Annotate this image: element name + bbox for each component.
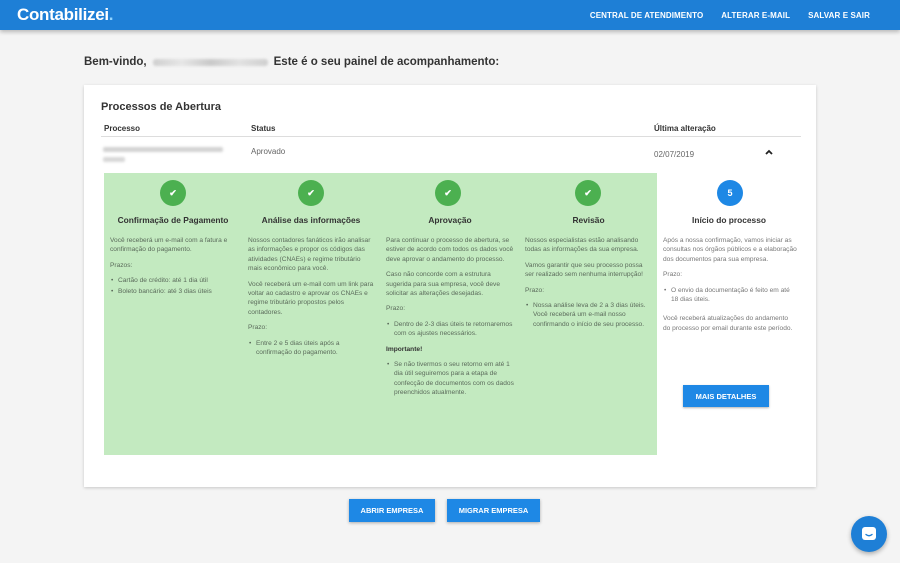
nav-change-email[interactable]: ALTERAR E-MAIL xyxy=(721,11,790,20)
nav-support-center[interactable]: CENTRAL DE ATENDIMENTO xyxy=(590,11,703,20)
step-review: ✔ Revisão Nossos especialistas estão ana… xyxy=(520,173,657,455)
step-body: Nossos contadores fanáticos irão analisa… xyxy=(248,236,376,363)
redacted-process-name xyxy=(103,147,223,152)
deadline-list: Cartão de crédito: até 1 dia útil Boleto… xyxy=(110,276,238,296)
list-item: Entre 2 e 5 dias úteis após a confirmaçã… xyxy=(248,339,376,358)
column-process: Processo xyxy=(104,124,141,133)
step-text: Após a nossa confirmação, vamos iniciar … xyxy=(663,237,797,263)
more-details-button[interactable]: MAIS DETALHES xyxy=(683,385,769,407)
list-item: Dentro de 2-3 dias úteis te retornaremos… xyxy=(386,320,514,339)
step-title: Análise das informações xyxy=(261,215,361,225)
check-icon: ✔ xyxy=(298,180,324,206)
step-approval: ✔ Aprovação Para continuar o processo de… xyxy=(380,173,520,455)
check-icon: ✔ xyxy=(435,180,461,206)
step-text: Vamos garantir que seu processo possa se… xyxy=(525,261,644,279)
important-list: Se não tivermos o seu retorno em até 1 d… xyxy=(386,360,514,398)
step-title: Confirmação de Pagamento xyxy=(117,215,229,225)
step-title: Aprovação xyxy=(428,215,472,225)
step-text: Caso não concorde com a estrutura sugeri… xyxy=(386,271,500,298)
step-text: Você receberá um e-mail com um link para… xyxy=(248,280,374,316)
process-steps: ✔ Confirmação de Pagamento Você receberá… xyxy=(104,173,801,455)
step-text: Prazo: xyxy=(525,286,545,294)
step-information-analysis: ✔ Análise das informações Nossos contado… xyxy=(242,173,380,455)
logo[interactable]: Contabilizei. xyxy=(17,5,114,25)
logo-text: Contabilizei xyxy=(17,5,109,24)
top-nav: CENTRAL DE ATENDIMENTO ALTERAR E-MAIL SA… xyxy=(590,0,870,30)
process-status: Aprovado xyxy=(251,147,286,156)
deadline-list: Dentro de 2-3 dias úteis te retornaremos… xyxy=(386,320,514,339)
list-item: Se não tivermos o seu retorno em até 1 d… xyxy=(386,360,514,398)
top-bar: Contabilizei. CENTRAL DE ATENDIMENTO ALT… xyxy=(0,0,900,30)
step-process-start: 5 Início do processo Após a nossa confir… xyxy=(657,173,801,455)
step-text: Para continuar o processo de abertura, s… xyxy=(386,237,514,263)
migrate-company-button[interactable]: MIGRAR EMPRESA xyxy=(447,499,540,522)
step-body: Para continuar o processo de abertura, s… xyxy=(386,236,514,404)
process-date: 02/07/2019 xyxy=(654,150,695,159)
important-label: Importante! xyxy=(386,345,423,353)
deadline-list: Nossa análise leva de 2 a 3 dias úteis. … xyxy=(525,301,653,329)
step-payment-confirmation: ✔ Confirmação de Pagamento Você receberá… xyxy=(104,173,242,455)
check-icon: ✔ xyxy=(575,180,601,206)
table-header: Processo Status Última alteração xyxy=(101,123,801,137)
step-text: Você receberá atualizações do andamento … xyxy=(663,315,793,332)
nav-save-and-exit[interactable]: SALVAR E SAIR xyxy=(808,11,870,20)
deadline-list: O envio da documentação é feito em até 1… xyxy=(663,286,797,305)
redacted-user-name xyxy=(152,58,268,66)
step-text: Prazo: xyxy=(248,324,268,332)
chat-icon[interactable] xyxy=(851,516,887,552)
redacted-process-name-line2 xyxy=(103,157,125,162)
step-text: Prazo: xyxy=(386,305,406,313)
logo-dot: . xyxy=(108,5,114,24)
welcome-suffix: Este é o seu painel de acompanhamento: xyxy=(273,56,500,68)
list-item: Boleto bancário: até 3 dias úteis xyxy=(110,287,238,297)
step-text: Prazo: xyxy=(663,271,683,279)
step-title: Início do processo xyxy=(692,215,766,225)
column-last-change: Última alteração xyxy=(654,124,716,133)
list-item: O envio da documentação é feito em até 1… xyxy=(663,286,797,305)
deadline-list: Entre 2 e 5 dias úteis após a confirmaçã… xyxy=(248,339,376,358)
chevron-up-icon[interactable] xyxy=(764,147,774,160)
column-status: Status xyxy=(251,124,276,133)
welcome-prefix: Bem-vindo, xyxy=(84,56,147,68)
step-number-badge: 5 xyxy=(717,180,743,206)
table-row[interactable]: Aprovado 02/07/2019 xyxy=(101,145,801,170)
step-title: Revisão xyxy=(572,215,605,225)
step-text: Nossos contadores fanáticos irão analisa… xyxy=(248,237,371,273)
list-item: Cartão de crédito: até 1 dia útil xyxy=(110,276,238,286)
card-title: Processos de Abertura xyxy=(101,101,222,113)
check-icon: ✔ xyxy=(160,180,186,206)
opening-processes-card: Processos de Abertura Processo Status Úl… xyxy=(84,85,816,487)
list-item: Nossa análise leva de 2 a 3 dias úteis. … xyxy=(525,301,653,329)
welcome-message: Bem-vindo, Este é o seu painel de acompa… xyxy=(84,56,499,68)
open-company-button[interactable]: ABRIR EMPRESA xyxy=(349,499,435,522)
step-body: Nossos especialistas estão analisando to… xyxy=(525,236,653,335)
step-body: Após a nossa confirmação, vamos iniciar … xyxy=(663,236,797,339)
step-text: Você receberá um e-mail com a fatura e c… xyxy=(110,237,228,254)
step-body: Você receberá um e-mail com a fatura e c… xyxy=(110,236,238,302)
step-text: Nossos especialistas estão analisando to… xyxy=(525,237,639,254)
step-text: Prazos: xyxy=(110,261,133,269)
